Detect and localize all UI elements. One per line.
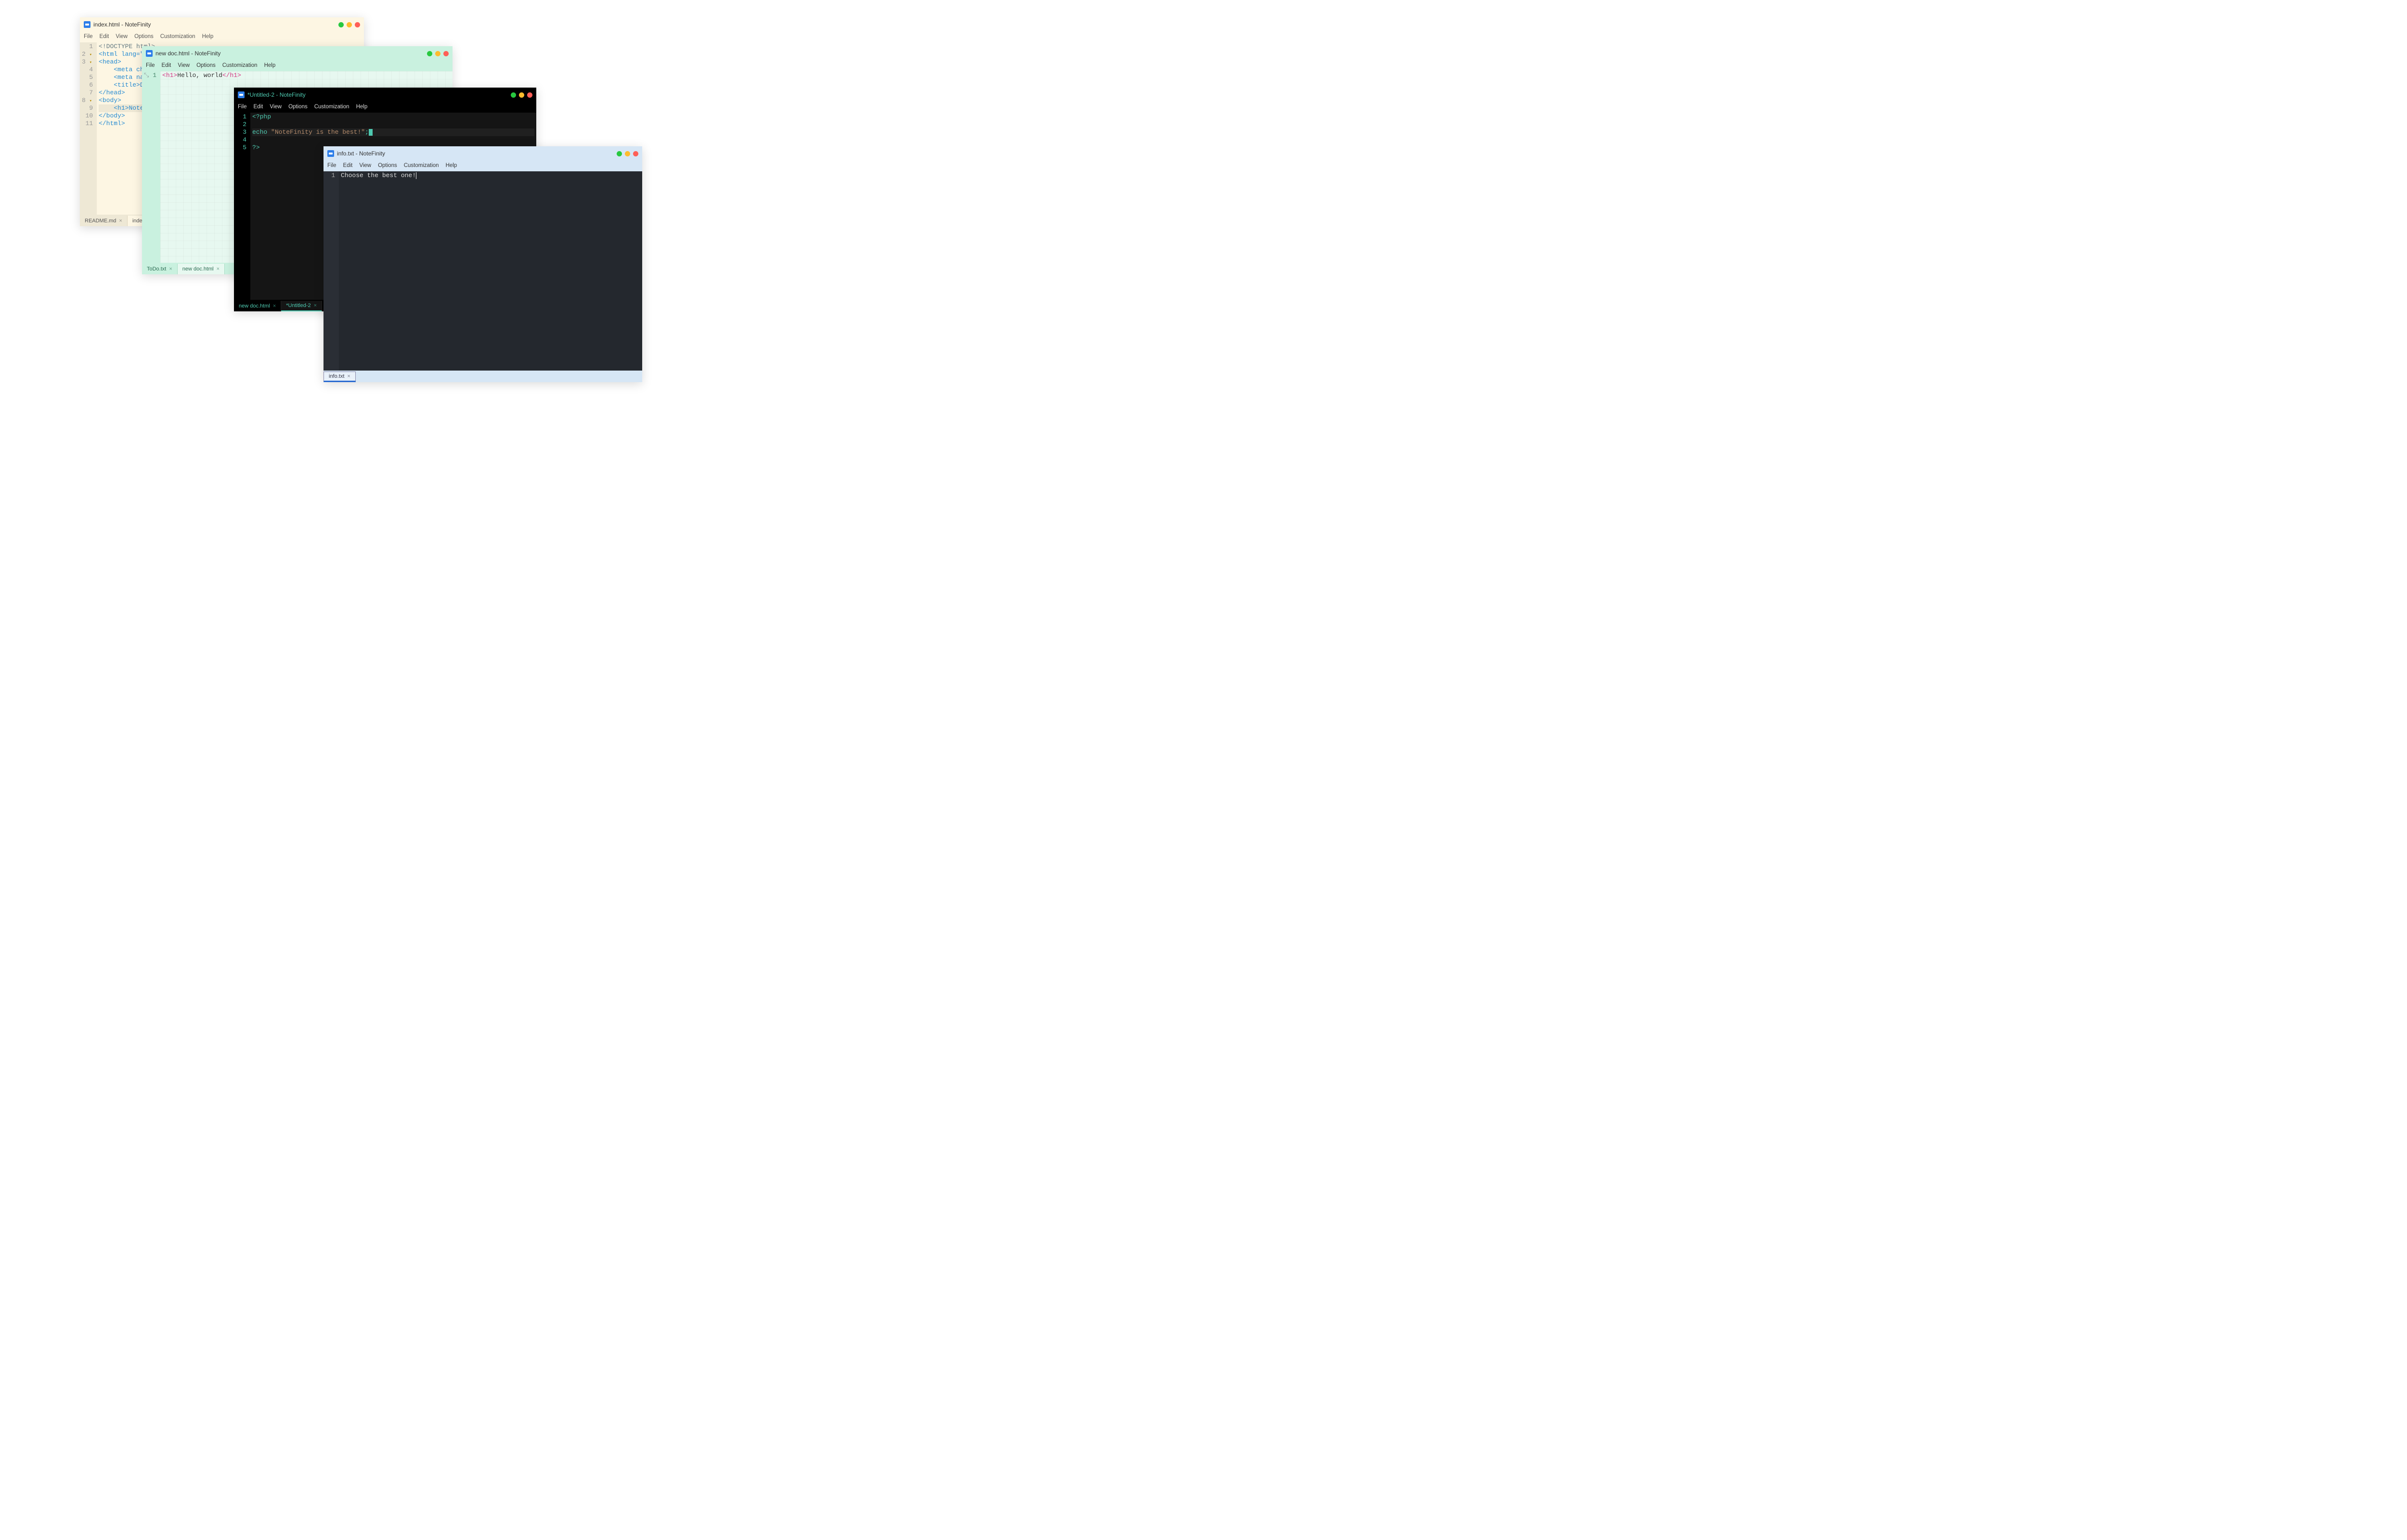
window-title: *Untitled-2 - NoteFinity [247,91,511,98]
menu-view[interactable]: View [178,63,190,68]
menu-help[interactable]: Help [446,163,457,168]
minimize-button[interactable] [427,51,432,56]
menubar: File Edit View Options Customization Hel… [142,61,453,71]
maximize-button[interactable] [435,51,440,56]
menu-edit[interactable]: Edit [254,104,263,110]
menu-edit[interactable]: Edit [100,34,109,39]
menu-customization[interactable]: Customization [222,63,258,68]
menubar: File Edit View Options Customization Hel… [80,32,364,42]
titlebar[interactable]: index.html - NoteFinity [80,17,364,32]
menu-file[interactable]: File [327,163,336,168]
close-icon[interactable]: × [314,303,317,308]
tab-label: new doc.html [182,266,214,272]
menu-options[interactable]: Options [378,163,397,168]
app-icon [327,150,334,157]
tab-readme[interactable]: README.md × [80,216,128,226]
titlebar[interactable]: info.txt - NoteFinity [324,146,642,161]
menu-customization[interactable]: Customization [160,34,195,39]
app-icon [238,91,245,98]
titlebar[interactable]: *Untitled-2 - NoteFinity [234,88,536,102]
tab-todo[interactable]: ToDo.txt × [142,264,178,274]
titlebar[interactable]: new doc.html - NoteFinity [142,46,453,61]
line-gutter: 1 2 3 4 5 [234,113,250,300]
app-icon [84,21,91,28]
menu-file[interactable]: File [146,63,155,68]
window-controls [427,51,449,56]
tab-new-doc[interactable]: new doc.html × [178,264,225,274]
window-title: index.html - NoteFinity [93,21,338,28]
menubar: File Edit View Options Customization Hel… [234,102,536,113]
window-title: new doc.html - NoteFinity [155,50,427,57]
menu-file[interactable]: File [238,104,247,110]
tab-new-doc[interactable]: new doc.html × [234,301,281,311]
menu-edit[interactable]: Edit [343,163,353,168]
line-gutter: ⤡ 1 [142,71,160,263]
tab-label: ToDo.txt [147,266,166,272]
window-controls [511,92,532,98]
close-icon[interactable]: × [119,218,122,224]
minimize-button[interactable] [338,22,344,27]
menu-customization[interactable]: Customization [314,104,349,110]
menu-options[interactable]: Options [134,34,154,39]
close-button[interactable] [443,51,449,56]
close-icon[interactable]: × [347,373,350,379]
close-button[interactable] [633,151,638,156]
minimize-button[interactable] [511,92,516,98]
close-button[interactable] [355,22,360,27]
menu-view[interactable]: View [116,34,128,39]
menu-help[interactable]: Help [264,63,276,68]
menu-help[interactable]: Help [202,34,214,39]
editor[interactable]: 1 Choose the best one! [324,171,642,371]
menubar: File Edit View Options Customization Hel… [324,161,642,171]
menu-view[interactable]: View [270,104,282,110]
tab-label: *Untitled-2 [286,303,311,308]
app-icon [146,50,153,57]
code-area[interactable]: Choose the best one! [339,171,642,371]
menu-options[interactable]: Options [288,104,308,110]
tab-label: info.txt [329,373,344,379]
window-controls [617,151,638,156]
tab-label: new doc.html [239,303,270,309]
tab-untitled2[interactable]: *Untitled-2 × [281,301,322,311]
close-icon[interactable]: × [273,303,276,309]
line-gutter: 1 [324,171,339,371]
menu-help[interactable]: Help [356,104,368,110]
close-icon[interactable]: × [169,266,172,272]
close-icon[interactable]: × [217,266,220,272]
window-info-txt[interactable]: info.txt - NoteFinity File Edit View Opt… [324,146,642,382]
line-gutter: 1 2 ▾ 3 ▾ 4 5 6 7 8 ▾ 9 10 11 [80,42,97,215]
menu-options[interactable]: Options [196,63,216,68]
minimize-button[interactable] [617,151,622,156]
tab-info-txt[interactable]: info.txt × [324,372,356,382]
window-title: info.txt - NoteFinity [337,150,617,157]
menu-edit[interactable]: Edit [162,63,171,68]
menu-file[interactable]: File [84,34,93,39]
cursor [369,129,373,136]
close-button[interactable] [527,92,532,98]
menu-customization[interactable]: Customization [404,163,439,168]
maximize-button[interactable] [625,151,630,156]
window-controls [338,22,360,27]
tab-label: README.md [85,218,116,224]
menu-view[interactable]: View [359,163,371,168]
tabbar: info.txt × [324,371,642,382]
maximize-button[interactable] [519,92,524,98]
maximize-button[interactable] [347,22,352,27]
